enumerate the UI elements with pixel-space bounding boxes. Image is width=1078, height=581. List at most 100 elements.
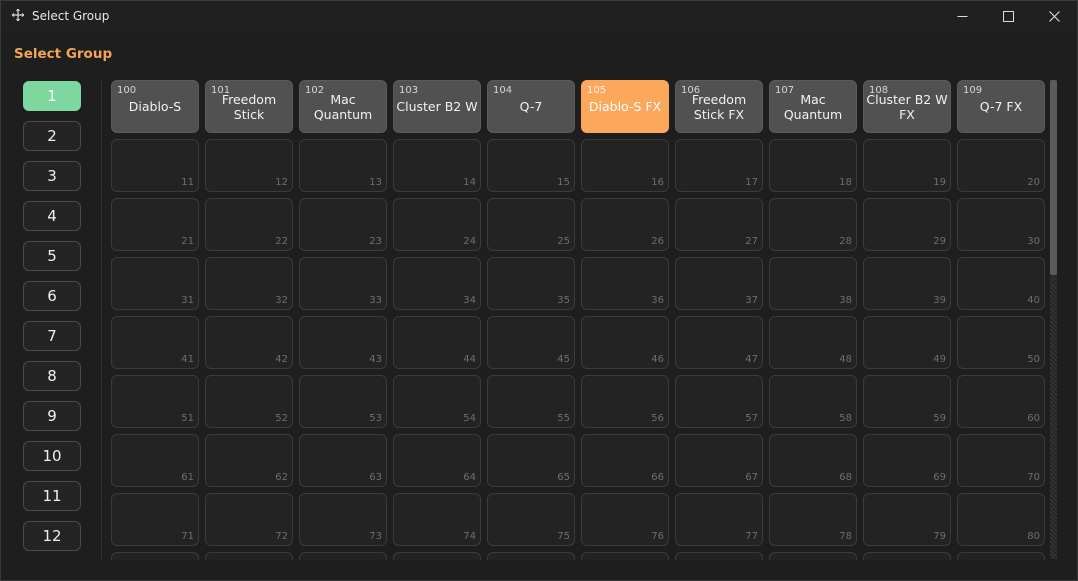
group-cell[interactable]: 108 Cluster B2 W FX bbox=[863, 80, 951, 133]
empty-slot[interactable]: 68 bbox=[769, 434, 857, 487]
empty-slot[interactable]: 50 bbox=[957, 316, 1045, 369]
empty-slot[interactable]: 61 bbox=[111, 434, 199, 487]
page-button[interactable]: 10 bbox=[23, 441, 81, 471]
empty-slot[interactable]: 69 bbox=[863, 434, 951, 487]
empty-slot[interactable]: 66 bbox=[581, 434, 669, 487]
empty-slot[interactable] bbox=[769, 552, 857, 560]
empty-slot[interactable]: 76 bbox=[581, 493, 669, 546]
move-icon[interactable] bbox=[11, 8, 25, 22]
empty-slot[interactable] bbox=[675, 552, 763, 560]
group-cell[interactable]: 101 Freedom Stick bbox=[205, 80, 293, 133]
empty-slot[interactable]: 58 bbox=[769, 375, 857, 428]
empty-slot[interactable]: 13 bbox=[299, 139, 387, 192]
minimize-button[interactable] bbox=[939, 1, 985, 32]
page-button[interactable]: 9 bbox=[23, 401, 81, 431]
empty-slot[interactable]: 39 bbox=[863, 257, 951, 310]
empty-slot[interactable]: 80 bbox=[957, 493, 1045, 546]
page-button[interactable]: 11 bbox=[23, 481, 81, 511]
empty-slot[interactable]: 30 bbox=[957, 198, 1045, 251]
group-cell[interactable]: 106 Freedom Stick FX bbox=[675, 80, 763, 133]
empty-slot[interactable]: 43 bbox=[299, 316, 387, 369]
empty-slot[interactable]: 14 bbox=[393, 139, 481, 192]
empty-slot[interactable]: 40 bbox=[957, 257, 1045, 310]
page-button[interactable]: 12 bbox=[23, 521, 81, 551]
empty-slot[interactable]: 62 bbox=[205, 434, 293, 487]
empty-slot[interactable]: 47 bbox=[675, 316, 763, 369]
empty-slot[interactable]: 26 bbox=[581, 198, 669, 251]
empty-slot[interactable]: 22 bbox=[205, 198, 293, 251]
empty-slot[interactable]: 67 bbox=[675, 434, 763, 487]
empty-slot[interactable]: 25 bbox=[487, 198, 575, 251]
empty-slot[interactable]: 49 bbox=[863, 316, 951, 369]
empty-slot[interactable]: 18 bbox=[769, 139, 857, 192]
empty-slot[interactable]: 19 bbox=[863, 139, 951, 192]
empty-slot[interactable]: 42 bbox=[205, 316, 293, 369]
group-cell[interactable]: 100 Diablo-S bbox=[111, 80, 199, 133]
empty-slot[interactable]: 59 bbox=[863, 375, 951, 428]
empty-slot[interactable]: 71 bbox=[111, 493, 199, 546]
group-cell[interactable]: 105 Diablo-S FX bbox=[581, 80, 669, 133]
empty-slot[interactable] bbox=[863, 552, 951, 560]
empty-slot[interactable]: 48 bbox=[769, 316, 857, 369]
empty-slot[interactable] bbox=[581, 552, 669, 560]
scrollbar-thumb[interactable] bbox=[1050, 80, 1057, 275]
page-button[interactable]: 4 bbox=[23, 201, 81, 231]
empty-slot[interactable]: 35 bbox=[487, 257, 575, 310]
empty-slot[interactable]: 60 bbox=[957, 375, 1045, 428]
empty-slot[interactable]: 23 bbox=[299, 198, 387, 251]
empty-slot[interactable]: 44 bbox=[393, 316, 481, 369]
empty-slot[interactable]: 77 bbox=[675, 493, 763, 546]
scrollbar-track[interactable] bbox=[1050, 276, 1057, 559]
empty-slot[interactable]: 55 bbox=[487, 375, 575, 428]
empty-slot[interactable]: 52 bbox=[205, 375, 293, 428]
page-button[interactable]: 3 bbox=[23, 161, 81, 191]
group-cell[interactable]: 103 Cluster B2 W bbox=[393, 80, 481, 133]
page-button[interactable]: 8 bbox=[23, 361, 81, 391]
empty-slot[interactable]: 12 bbox=[205, 139, 293, 192]
empty-slot[interactable] bbox=[111, 552, 199, 560]
empty-slot[interactable]: 27 bbox=[675, 198, 763, 251]
empty-slot[interactable]: 32 bbox=[205, 257, 293, 310]
empty-slot[interactable] bbox=[957, 552, 1045, 560]
empty-slot[interactable]: 41 bbox=[111, 316, 199, 369]
group-cell[interactable]: 102 Mac Quantum bbox=[299, 80, 387, 133]
empty-slot[interactable]: 72 bbox=[205, 493, 293, 546]
empty-slot[interactable]: 74 bbox=[393, 493, 481, 546]
empty-slot[interactable]: 24 bbox=[393, 198, 481, 251]
page-button[interactable]: 2 bbox=[23, 121, 81, 151]
empty-slot[interactable]: 54 bbox=[393, 375, 481, 428]
empty-slot[interactable]: 70 bbox=[957, 434, 1045, 487]
page-button[interactable]: 7 bbox=[23, 321, 81, 351]
page-button[interactable]: 5 bbox=[23, 241, 81, 271]
empty-slot[interactable]: 78 bbox=[769, 493, 857, 546]
empty-slot[interactable]: 21 bbox=[111, 198, 199, 251]
empty-slot[interactable]: 53 bbox=[299, 375, 387, 428]
empty-slot[interactable]: 37 bbox=[675, 257, 763, 310]
empty-slot[interactable]: 20 bbox=[957, 139, 1045, 192]
group-cell[interactable]: 109 Q-7 FX bbox=[957, 80, 1045, 133]
empty-slot[interactable]: 79 bbox=[863, 493, 951, 546]
close-button[interactable] bbox=[1031, 1, 1077, 32]
empty-slot[interactable]: 63 bbox=[299, 434, 387, 487]
empty-slot[interactable]: 28 bbox=[769, 198, 857, 251]
empty-slot[interactable]: 29 bbox=[863, 198, 951, 251]
empty-slot[interactable]: 11 bbox=[111, 139, 199, 192]
empty-slot[interactable]: 17 bbox=[675, 139, 763, 192]
empty-slot[interactable] bbox=[299, 552, 387, 560]
empty-slot[interactable]: 65 bbox=[487, 434, 575, 487]
empty-slot[interactable] bbox=[205, 552, 293, 560]
empty-slot[interactable]: 15 bbox=[487, 139, 575, 192]
empty-slot[interactable]: 33 bbox=[299, 257, 387, 310]
empty-slot[interactable]: 31 bbox=[111, 257, 199, 310]
empty-slot[interactable]: 64 bbox=[393, 434, 481, 487]
empty-slot[interactable]: 34 bbox=[393, 257, 481, 310]
empty-slot[interactable]: 45 bbox=[487, 316, 575, 369]
page-button[interactable]: 6 bbox=[23, 281, 81, 311]
group-cell[interactable]: 104 Q-7 bbox=[487, 80, 575, 133]
empty-slot[interactable]: 16 bbox=[581, 139, 669, 192]
empty-slot[interactable]: 36 bbox=[581, 257, 669, 310]
empty-slot[interactable]: 51 bbox=[111, 375, 199, 428]
page-button[interactable]: 1 bbox=[23, 81, 81, 111]
maximize-button[interactable] bbox=[985, 1, 1031, 32]
empty-slot[interactable]: 73 bbox=[299, 493, 387, 546]
